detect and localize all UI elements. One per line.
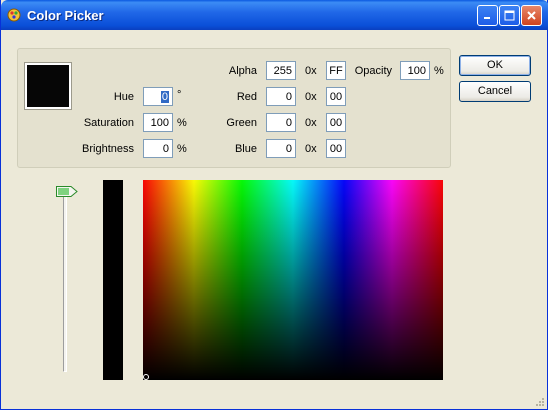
minimize-icon bbox=[484, 17, 490, 19]
blue-hex-prefix: 0x bbox=[305, 143, 317, 155]
hue-value: 0 bbox=[160, 91, 169, 103]
slider-thumb-icon[interactable] bbox=[56, 186, 78, 197]
resize-grip-icon[interactable] bbox=[533, 395, 545, 407]
title-bar[interactable]: Color Picker bbox=[1, 0, 548, 30]
maximize-button[interactable] bbox=[499, 5, 520, 26]
red-label: Red bbox=[236, 91, 257, 103]
blue-field[interactable]: 0 bbox=[266, 139, 296, 158]
brightness-label: Brightness bbox=[82, 143, 134, 155]
saturation-label: Saturation bbox=[83, 117, 134, 129]
minimize-button[interactable] bbox=[477, 5, 498, 26]
close-button[interactable] bbox=[521, 5, 542, 26]
green-hex-field[interactable]: 00 bbox=[326, 113, 346, 132]
green-label: Green bbox=[226, 117, 257, 129]
color-picker-window: Color Picker Hue 0 ° Saturation 100 % Br… bbox=[0, 0, 548, 410]
green-hex-prefix: 0x bbox=[305, 117, 317, 129]
green-field[interactable]: 0 bbox=[266, 113, 296, 132]
red-field[interactable]: 0 bbox=[266, 87, 296, 106]
window-title: Color Picker bbox=[27, 8, 104, 23]
red-hex-prefix: 0x bbox=[305, 91, 317, 103]
ok-button[interactable]: OK bbox=[459, 55, 531, 76]
hue-slider-track[interactable] bbox=[63, 196, 67, 372]
red-hex-field[interactable]: 00 bbox=[326, 87, 346, 106]
brightness-bar[interactable] bbox=[103, 180, 123, 380]
cancel-button[interactable]: Cancel bbox=[459, 81, 531, 102]
brightness-field[interactable]: 0 bbox=[143, 139, 173, 158]
hue-unit: ° bbox=[177, 89, 182, 101]
app-icon bbox=[7, 8, 21, 22]
maximize-icon bbox=[504, 10, 515, 21]
alpha-field[interactable]: 255 bbox=[266, 61, 296, 80]
hue-field[interactable]: 0 bbox=[143, 87, 173, 106]
saturation-unit: % bbox=[177, 117, 187, 129]
brightness-unit: % bbox=[177, 143, 187, 155]
opacity-label: Opacity bbox=[354, 65, 392, 77]
opacity-unit: % bbox=[434, 65, 444, 77]
blue-label: Blue bbox=[234, 143, 257, 155]
hue-label: Hue bbox=[113, 91, 134, 103]
alpha-hex-prefix: 0x bbox=[305, 65, 317, 77]
alpha-hex-field[interactable]: FF bbox=[326, 61, 346, 80]
color-spectrum-field[interactable] bbox=[143, 180, 443, 380]
saturation-field[interactable]: 100 bbox=[143, 113, 173, 132]
alpha-label: Alpha bbox=[228, 65, 257, 77]
opacity-field[interactable]: 100 bbox=[400, 61, 430, 80]
spectrum-marker-icon bbox=[143, 374, 149, 380]
blue-hex-field[interactable]: 00 bbox=[326, 139, 346, 158]
current-color-swatch bbox=[24, 62, 72, 110]
close-icon bbox=[527, 11, 536, 20]
spectrum-dark-layer bbox=[143, 180, 443, 380]
